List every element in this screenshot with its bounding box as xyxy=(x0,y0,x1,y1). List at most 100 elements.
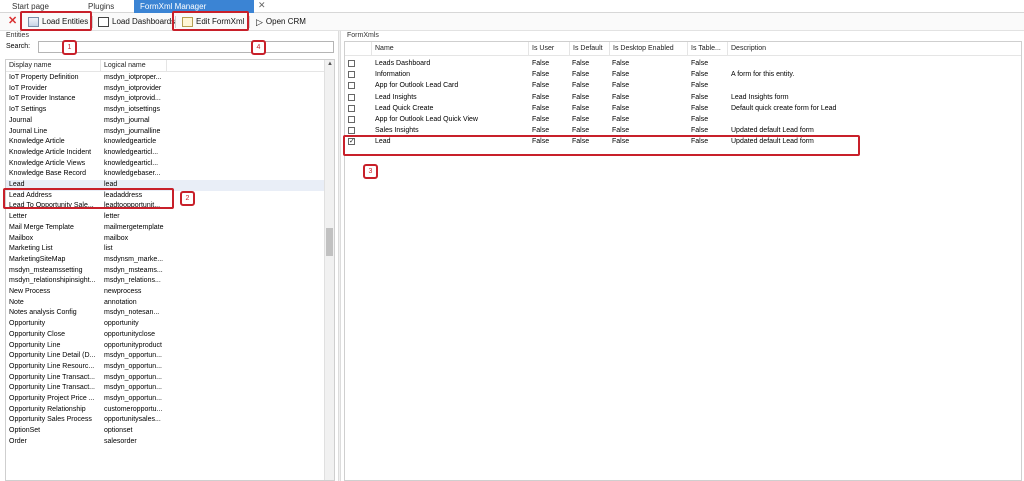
row-checkbox[interactable] xyxy=(348,82,355,90)
search-input[interactable] xyxy=(38,41,334,53)
scroll-thumb[interactable] xyxy=(326,228,333,256)
formxml-desc-cell: Default quick create form for Lead xyxy=(731,104,837,112)
column-is-table[interactable]: Is Table... xyxy=(688,42,728,56)
column-logical-name[interactable]: Logical name xyxy=(101,60,167,72)
table-row[interactable]: App for Outlook Lead Quick View False Fals… xyxy=(345,114,1013,125)
table-row[interactable]: Opportunity Close opportunityclose xyxy=(6,330,324,341)
formxml-desc-cell: A form for this entity. xyxy=(731,71,795,79)
entity-logical-name: msdyn_iotprovid... xyxy=(104,95,161,103)
table-row[interactable]: Marketing List list xyxy=(6,244,324,255)
entity-logical-name: newprocess xyxy=(104,288,142,295)
entity-logical-name: letter xyxy=(104,213,120,221)
table-row[interactable]: Knowledge Article knowledgearticle xyxy=(6,137,324,148)
formxml-desk-cell: False xyxy=(612,71,630,79)
entity-display-name: msdyn_msteamssetting xyxy=(9,266,83,274)
entity-logical-name: msdyn_notesan... xyxy=(104,309,160,317)
entity-display-name: Opportunity Line Transact... xyxy=(9,384,95,392)
entity-display-name: Opportunity Line Resourc... xyxy=(9,362,95,370)
table-row[interactable]: Opportunity Line Resourc... msdyn_opportu… xyxy=(6,362,324,373)
entity-logical-name: knowledgebaser... xyxy=(104,170,161,178)
load-dashboards-button[interactable]: Load Dashboards xyxy=(96,15,177,29)
table-row[interactable]: Notes analysis Config msdyn_notesan... xyxy=(6,308,324,319)
formxml-table-cell: False xyxy=(691,60,709,67)
row-checkbox[interactable] xyxy=(348,71,355,79)
column-checkbox xyxy=(345,42,372,56)
table-row[interactable]: MarketingSiteMap msdynsm_marke... xyxy=(6,255,324,266)
table-row[interactable]: Journal Line msdyn_journalline xyxy=(6,127,324,138)
table-row[interactable]: IoT Provider msdyn_iotprovider xyxy=(6,84,324,95)
entity-display-name: New Process xyxy=(9,288,51,295)
table-row[interactable]: msdyn_relationshipinsight... msdyn_relati… xyxy=(6,276,324,287)
scroll-up-icon[interactable]: ▲ xyxy=(327,61,333,67)
table-row[interactable]: Leads Dashboard False False False False xyxy=(345,58,1013,69)
formxml-name-cell: Lead Quick Create xyxy=(375,104,434,112)
formxml-def-cell: False xyxy=(572,71,590,79)
table-row[interactable]: Opportunity Line opportunityproduct xyxy=(6,341,324,352)
entity-display-name: Journal Line xyxy=(9,127,48,135)
row-checkbox[interactable] xyxy=(348,60,355,67)
table-row[interactable]: Knowledge Base Record knowledgebaser... xyxy=(6,169,324,180)
row-checkbox[interactable] xyxy=(348,104,355,112)
formxml-name-cell: Leads Dashboard xyxy=(375,60,431,67)
entity-logical-name: knowledgearticl... xyxy=(104,159,159,167)
row-checkbox[interactable] xyxy=(348,93,355,101)
entity-display-name: Note xyxy=(9,298,24,306)
formxml-name-cell: Information xyxy=(375,71,411,79)
table-row[interactable]: IoT Property Definition msdyn_iotproper..… xyxy=(6,73,324,84)
table-row[interactable]: OptionSet optionset xyxy=(6,426,324,437)
table-row[interactable]: Journal msdyn_journal xyxy=(6,116,324,127)
table-row[interactable]: msdyn_msteamssetting msdyn_msteams... xyxy=(6,266,324,277)
entity-logical-name: opportunity xyxy=(104,320,139,328)
table-row[interactable]: Note annotation xyxy=(6,298,324,309)
toolbar: ✕ Load Entities Load Dashboards Edit For… xyxy=(0,13,1024,31)
entity-display-name: Opportunity Project Price ... xyxy=(9,395,95,402)
panel-splitter[interactable] xyxy=(338,31,341,481)
formxml-def-cell: False xyxy=(572,93,590,101)
close-tab-icon[interactable]: ✕ xyxy=(258,0,266,11)
entity-display-name: IoT Property Definition xyxy=(9,74,79,81)
row-checkbox[interactable] xyxy=(348,116,355,123)
table-row[interactable]: Mailbox mailbox xyxy=(6,234,324,245)
table-row[interactable]: Opportunity Project Price ... msdyn_oppor… xyxy=(6,394,324,405)
entity-logical-name: knowledgearticle xyxy=(104,138,157,146)
table-row[interactable]: Lead Insights False False False False Lead In… xyxy=(345,92,1013,103)
column-is-user[interactable]: Is User xyxy=(529,42,570,56)
table-row[interactable]: App for Outlook Lead Card False False False… xyxy=(345,80,1013,91)
entity-logical-name: msdyn_journalline xyxy=(104,127,161,135)
table-row[interactable]: New Process newprocess xyxy=(6,287,324,298)
entities-scrollbar[interactable]: ▲ xyxy=(324,60,334,480)
close-tool-icon[interactable]: ✕ xyxy=(8,14,17,27)
entity-display-name: Knowledge Article Incident xyxy=(9,148,92,156)
table-row[interactable]: Letter letter xyxy=(6,212,324,223)
table-row[interactable]: Opportunity opportunity xyxy=(6,319,324,330)
table-row[interactable]: Opportunity Relationship customeropportu.… xyxy=(6,405,324,416)
row-checkbox[interactable] xyxy=(348,127,355,135)
table-row[interactable]: Opportunity Line Transact... msdyn_opport… xyxy=(6,383,324,394)
formxml-table-cell: False xyxy=(691,116,709,123)
table-row[interactable]: Lead Quick Create False False False False Def… xyxy=(345,103,1013,114)
entity-logical-name: opportunityproduct xyxy=(104,341,162,349)
table-row[interactable]: Opportunity Line Detail (D... msdyn_oppor… xyxy=(6,351,324,362)
column-description[interactable]: Description xyxy=(728,42,1013,56)
table-row[interactable]: IoT Provider Instance msdyn_iotprovid... xyxy=(6,94,324,105)
highlight-edit-formxml xyxy=(172,11,249,31)
column-is-default[interactable]: Is Default xyxy=(570,42,610,56)
formxml-name-cell: Lead Insights xyxy=(375,93,417,101)
table-row[interactable]: Knowledge Article Incident knowledgeartic… xyxy=(6,148,324,159)
table-row[interactable]: Mail Merge Template mailmergetemplate xyxy=(6,223,324,234)
formxml-table-cell: False xyxy=(691,104,709,112)
table-row[interactable]: Opportunity Sales Process opportunitysale… xyxy=(6,415,324,426)
toolbar-separator xyxy=(249,16,250,28)
column-name[interactable]: Name xyxy=(372,42,529,56)
open-crm-label: Open CRM xyxy=(265,17,306,26)
table-row[interactable]: Order salesorder xyxy=(6,437,324,448)
search-label: Search: xyxy=(6,43,31,50)
table-row[interactable]: Opportunity Line Transact... msdyn_opport… xyxy=(6,373,324,384)
table-row[interactable]: Information False False False False A form fo… xyxy=(345,69,1013,80)
column-display-name[interactable]: Display name xyxy=(6,60,101,72)
open-crm-button[interactable]: ▷ Open CRM xyxy=(254,15,308,29)
table-row[interactable]: IoT Settings msdyn_iotsettings xyxy=(6,105,324,116)
column-is-desktop-enabled[interactable]: Is Desktop Enabled xyxy=(610,42,688,56)
table-row[interactable]: Knowledge Article Views knowledgearticl..… xyxy=(6,159,324,170)
callout-badge-4: 4 xyxy=(251,40,266,55)
